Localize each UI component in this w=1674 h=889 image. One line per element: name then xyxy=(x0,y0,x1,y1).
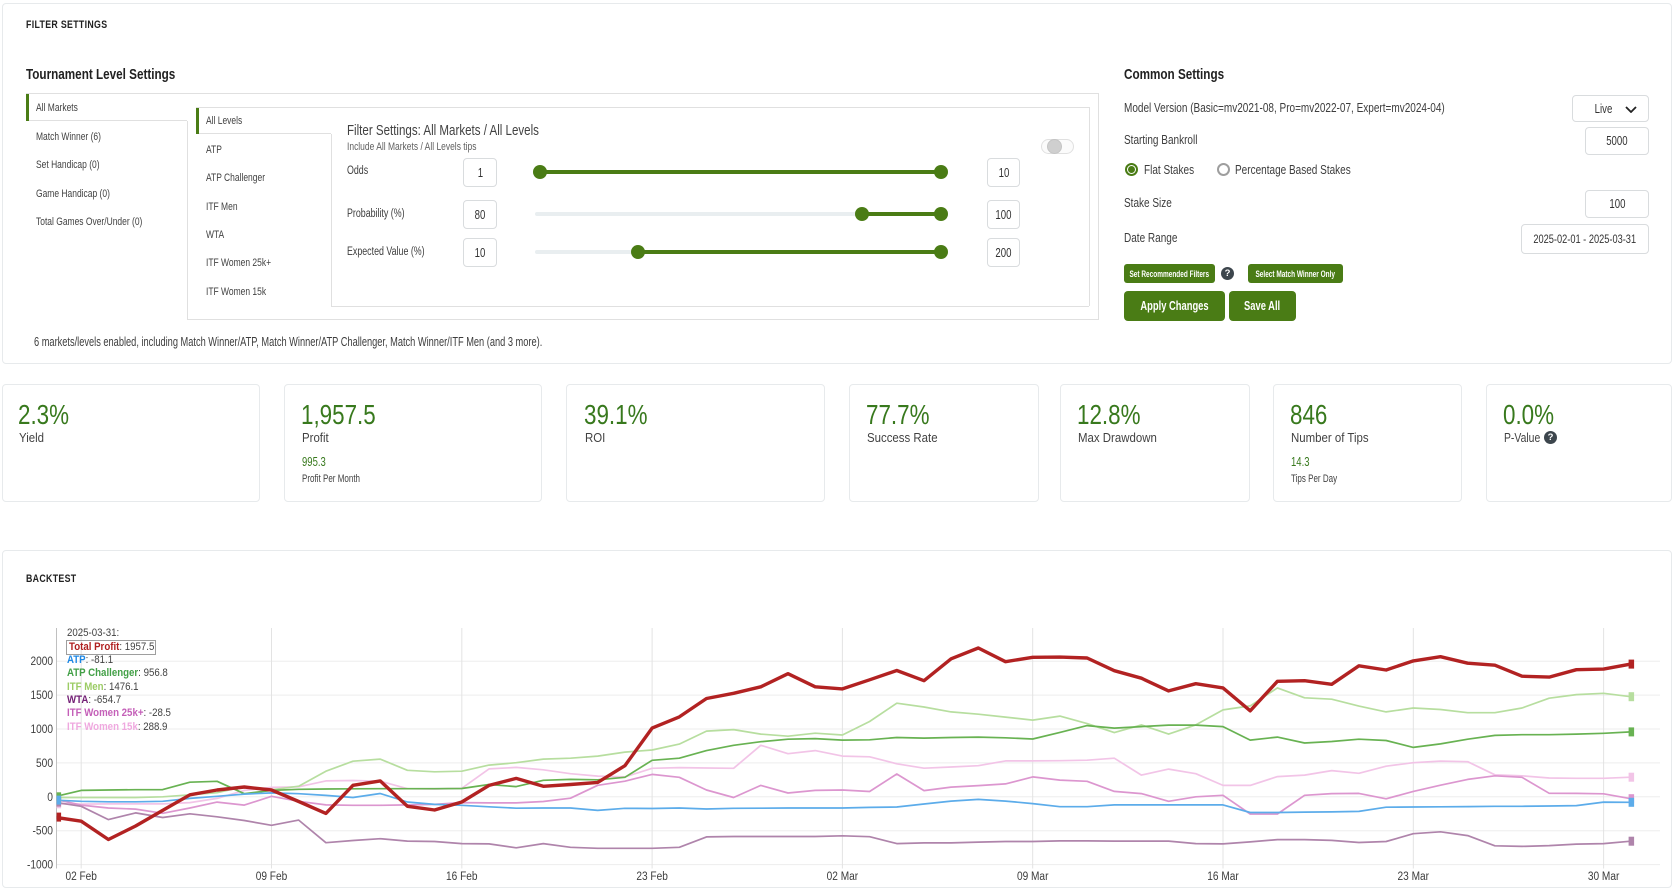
svg-text:1000: 1000 xyxy=(31,724,54,736)
svg-text:02 Feb: 02 Feb xyxy=(65,871,97,883)
svg-text:30 Mar: 30 Mar xyxy=(1588,871,1620,883)
svg-text:23 Feb: 23 Feb xyxy=(636,871,668,883)
svg-text:1500: 1500 xyxy=(31,690,54,702)
svg-text:02 Mar: 02 Mar xyxy=(827,871,859,883)
svg-text:0: 0 xyxy=(47,792,53,804)
svg-text:16 Feb: 16 Feb xyxy=(446,871,478,883)
svg-text:500: 500 xyxy=(36,758,53,770)
svg-text:23 Mar: 23 Mar xyxy=(1398,871,1430,883)
svg-text:-1000: -1000 xyxy=(27,860,53,872)
svg-text:16 Mar: 16 Mar xyxy=(1207,871,1239,883)
svg-text:09 Feb: 09 Feb xyxy=(256,871,288,883)
svg-text:09 Mar: 09 Mar xyxy=(1017,871,1049,883)
svg-text:-500: -500 xyxy=(33,826,54,838)
svg-text:2000: 2000 xyxy=(31,656,54,668)
